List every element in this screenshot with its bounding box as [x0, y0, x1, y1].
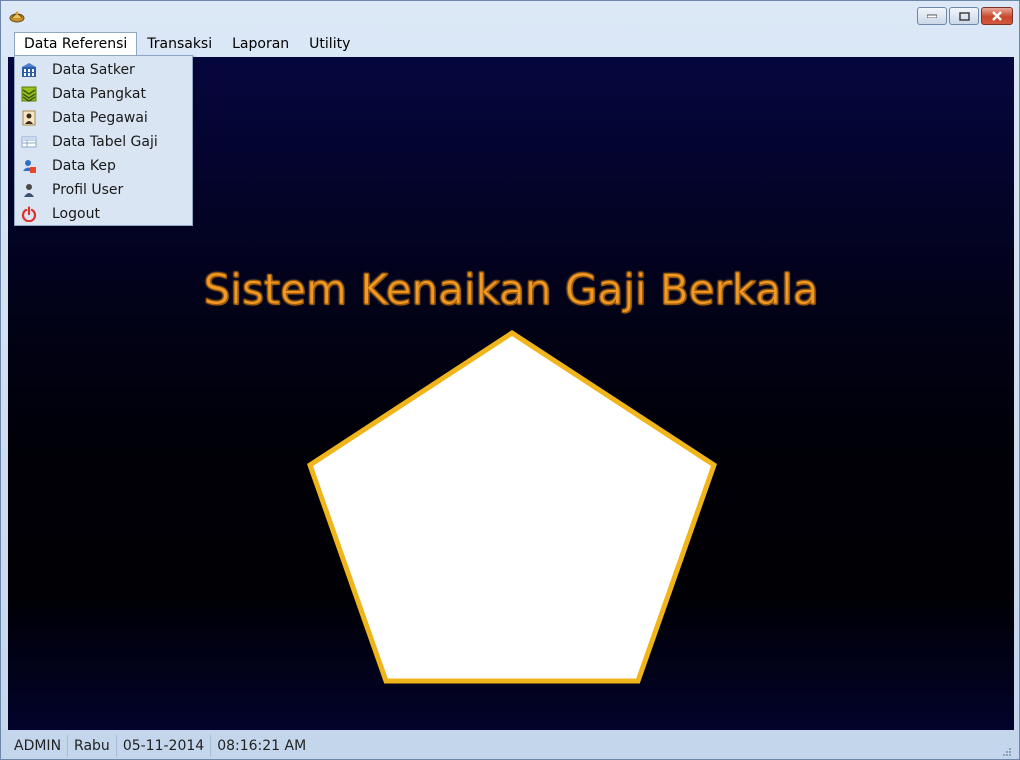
menu-item-profil-user[interactable]: Profil User [15, 178, 192, 202]
app-title: Sistem Kenaikan Gaji Berkala [203, 265, 819, 315]
app-logo-icon [9, 11, 25, 23]
menu-laporan[interactable]: Laporan [222, 33, 299, 55]
menu-transaksi[interactable]: Transaksi [137, 33, 222, 55]
menu-item-label: Logout [52, 206, 100, 222]
close-icon [992, 11, 1002, 21]
maximize-button[interactable] [949, 7, 979, 25]
rank-insignia-icon [21, 86, 37, 102]
resize-grip-icon[interactable] [1000, 745, 1012, 757]
pentagon-logo [306, 330, 718, 684]
menu-item-label: Profil User [52, 182, 124, 198]
status-bar: ADMIN Rabu 05-11-2014 08:16:21 AM [8, 732, 1014, 759]
menu-item-data-kep[interactable]: Data Kep [15, 154, 192, 178]
menu-item-data-tabel-gaji[interactable]: Data Tabel Gaji [15, 130, 192, 154]
menu-item-label: Data Kep [52, 158, 116, 174]
window-controls [917, 7, 1013, 25]
data-referensi-dropdown: Data Satker Data Pangkat Data Pegawai Da… [14, 55, 193, 226]
title-bar[interactable] [1, 1, 1019, 31]
status-user: ADMIN [8, 734, 69, 757]
menu-item-data-satker[interactable]: Data Satker [15, 58, 192, 82]
employee-icon [21, 110, 37, 126]
menu-bar: Data Referensi Transaksi Laporan Utility [8, 32, 1013, 56]
user-icon [21, 182, 37, 198]
menu-item-data-pegawai[interactable]: Data Pegawai [15, 106, 192, 130]
menu-item-logout[interactable]: Logout [15, 202, 192, 226]
close-button[interactable] [981, 7, 1013, 25]
menu-data-referensi[interactable]: Data Referensi [14, 32, 138, 56]
menu-item-label: Data Pegawai [52, 110, 148, 126]
document-user-icon [21, 158, 37, 174]
power-icon [21, 206, 37, 222]
menu-item-label: Data Pangkat [52, 86, 146, 102]
status-day: Rabu [68, 734, 117, 757]
table-icon [21, 134, 37, 150]
menu-item-data-pangkat[interactable]: Data Pangkat [15, 82, 192, 106]
menu-item-label: Data Tabel Gaji [52, 134, 158, 150]
menu-utility[interactable]: Utility [299, 33, 360, 55]
menu-item-label: Data Satker [52, 62, 135, 78]
maximize-icon [958, 11, 970, 21]
building-icon [21, 62, 37, 78]
app-window: Data Referensi Transaksi Laporan Utility… [0, 0, 1020, 760]
status-date: 05-11-2014 [117, 734, 212, 757]
minimize-button[interactable] [917, 7, 947, 25]
minimize-icon [927, 14, 937, 18]
status-time: 08:16:21 AM [217, 737, 307, 754]
